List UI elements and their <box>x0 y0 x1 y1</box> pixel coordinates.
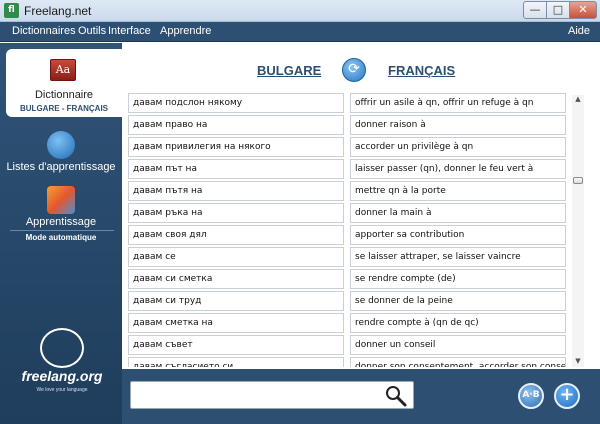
freelang-app-icon: fl <box>4 3 19 18</box>
globe-graduation-icon <box>47 131 75 159</box>
bulgarian-term[interactable]: давам съгласието си <box>128 357 344 367</box>
scroll-down-icon[interactable]: ▼ <box>572 357 584 367</box>
menu-dictionnaires[interactable]: Dictionnaires <box>12 25 76 37</box>
table-row[interactable]: давам право на donner raison à <box>128 115 584 135</box>
bulgarian-term[interactable]: давам своя дял <box>128 225 344 245</box>
bulgarian-term[interactable]: давам привилегия на някого <box>128 137 344 157</box>
table-row[interactable]: давам съвет donner un conseil <box>128 335 584 355</box>
divider <box>10 230 114 231</box>
dictionary-book-icon: Aa <box>50 59 76 81</box>
scrollbar[interactable]: ▲ ▼ <box>572 95 584 367</box>
logo-text: freelang.org <box>21 368 103 384</box>
table-row[interactable]: давам своя дял apporter sa contribution <box>128 225 584 245</box>
close-button[interactable]: ✕ <box>569 1 597 19</box>
maximize-button[interactable]: □ <box>546 1 570 19</box>
table-row[interactable]: давам си сметка se rendre compte (de) <box>128 269 584 289</box>
french-translation[interactable]: mettre qn à la porte <box>350 181 566 201</box>
add-entry-button[interactable]: + <box>554 383 580 409</box>
french-translation[interactable]: se rendre compte (de) <box>350 269 566 289</box>
menu-interface[interactable]: Interface <box>108 25 151 37</box>
target-language-link[interactable]: FRANÇAIS <box>388 63 455 78</box>
menu-apprendre[interactable]: Apprendre <box>160 25 211 37</box>
table-row[interactable]: давам подслон някому offrir un asile à qn… <box>128 93 584 113</box>
bulgarian-term[interactable]: давам право на <box>128 115 344 135</box>
bulgarian-term[interactable]: давам сметка на <box>128 313 344 333</box>
sidebar: Aa Dictionnaire BULGARE - FRANÇAIS Liste… <box>0 43 122 424</box>
french-translation[interactable]: laisser passer (qn), donner le feu vert … <box>350 159 566 179</box>
sidebar-item-label: Listes d'apprentissage <box>6 161 116 173</box>
table-row[interactable]: давам се se laisser attraper, se laisser … <box>128 247 584 267</box>
table-row[interactable]: давам привилегия на някого accorder un pr… <box>128 137 584 157</box>
entry-list: давам подслон някому offrir un asile à qn… <box>128 93 584 367</box>
scroll-up-icon[interactable]: ▲ <box>572 95 584 105</box>
scroll-thumb[interactable] <box>573 177 583 184</box>
search-bar: A·B + <box>122 369 600 424</box>
swap-languages-icon[interactable]: ⟳ <box>342 58 366 82</box>
menu-outils[interactable]: Outils <box>78 25 106 37</box>
table-row[interactable]: давам пътя на mettre qn à la porte <box>128 181 584 201</box>
sidebar-item-dictionary[interactable]: Aa Dictionnaire BULGARE - FRANÇAIS <box>6 49 122 117</box>
menu-aide[interactable]: Aide <box>568 25 590 37</box>
french-translation[interactable]: rendre compte à (qn de qc) <box>350 313 566 333</box>
french-translation[interactable]: se donner de la peine <box>350 291 566 311</box>
alphabet-keyboard-button[interactable]: A·B <box>518 383 544 409</box>
table-row[interactable]: давам съгласието си donner son consenteme… <box>128 357 584 367</box>
table-row[interactable]: давам си труд se donner de la peine <box>128 291 584 311</box>
table-row[interactable]: давам сметка на rendre compte à (qn de qc… <box>128 313 584 333</box>
bulgarian-term[interactable]: давам подслон някому <box>128 93 344 113</box>
table-row[interactable]: давам път на laisser passer (qn), donner … <box>128 159 584 179</box>
french-translation[interactable]: donner la main à <box>350 203 566 223</box>
dictionary-pair-label: BULGARE - FRANÇAIS <box>20 104 108 113</box>
logo-figure-icon <box>40 328 84 368</box>
search-input[interactable] <box>130 381 414 409</box>
search-icon[interactable] <box>384 384 408 408</box>
french-translation[interactable]: donner un conseil <box>350 335 566 355</box>
french-translation[interactable]: donner son consentement, accorder son co… <box>350 357 566 367</box>
table-row[interactable]: давам ръка на donner la main à <box>128 203 584 223</box>
source-language-link[interactable]: BULGARE <box>257 63 321 78</box>
sidebar-item-label: Apprentissage <box>25 216 97 228</box>
bulgarian-term[interactable]: давам път на <box>128 159 344 179</box>
sidebar-item-learning[interactable]: Apprentissage Mode automatique <box>0 186 122 244</box>
sidebar-item-lists[interactable]: Listes d'apprentissage <box>0 131 122 181</box>
bulgarian-term[interactable]: давам ръка на <box>128 203 344 223</box>
main-panel: BULGARE ⟳ FRANÇAIS давам подслон някому o… <box>122 43 600 424</box>
bulgarian-term[interactable]: давам си сметка <box>128 269 344 289</box>
menu-bar: Dictionnaires Outils Interface Apprendre… <box>0 22 600 42</box>
french-translation[interactable]: offrir un asile à qn, offrir un refuge à… <box>350 93 566 113</box>
french-translation[interactable]: donner raison à <box>350 115 566 135</box>
logo-tagline: We love your language <box>36 387 88 393</box>
french-translation[interactable]: apporter sa contribution <box>350 225 566 245</box>
learning-mode-label: Mode automatique <box>25 233 97 242</box>
bulgarian-term[interactable]: давам пътя на <box>128 181 344 201</box>
sidebar-item-label: Dictionnaire <box>34 89 94 101</box>
bulgarian-term[interactable]: давам се <box>128 247 344 267</box>
french-translation[interactable]: se laisser attraper, se laisser vaincre <box>350 247 566 267</box>
bulgarian-term[interactable]: давам съвет <box>128 335 344 355</box>
french-translation[interactable]: accorder un privilège à qn <box>350 137 566 157</box>
title-bar: fl Freelang.net — □ ✕ <box>0 0 600 22</box>
window-title: Freelang.net <box>24 4 92 18</box>
learning-cube-icon <box>47 186 75 214</box>
bulgarian-term[interactable]: давам си труд <box>128 291 344 311</box>
minimize-button[interactable]: — <box>523 1 547 19</box>
